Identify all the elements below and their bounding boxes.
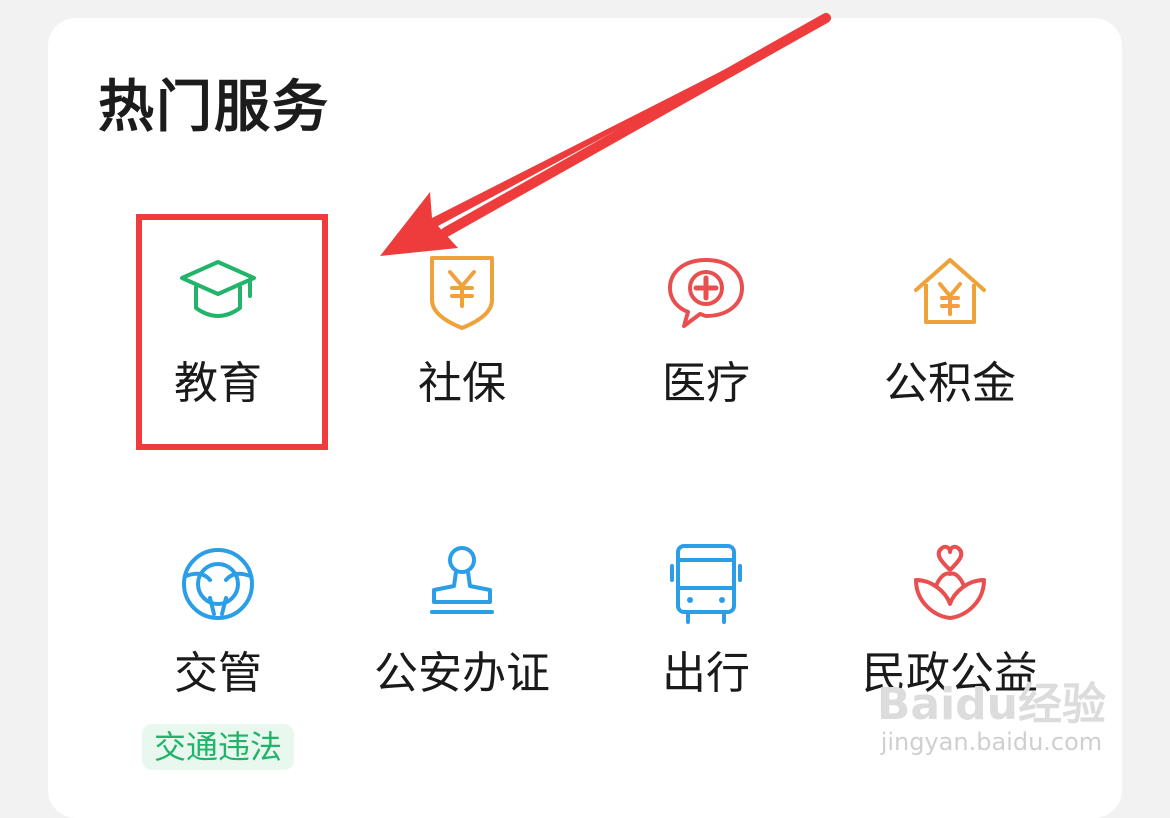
service-social-security[interactable]: 社保 [342, 250, 582, 480]
service-civil-affairs[interactable]: 民政公益 [830, 540, 1070, 770]
service-traffic[interactable]: 交管 交通违法 [98, 540, 338, 771]
steering-wheel-icon [174, 540, 262, 628]
stamp-icon [418, 540, 506, 628]
service-police-certificate[interactable]: 公安办证 [342, 540, 582, 770]
service-label: 公积金 [884, 358, 1016, 409]
medical-chat-icon [662, 250, 750, 338]
service-housing-fund[interactable]: 公积金 [830, 250, 1070, 480]
service-label: 公安办证 [374, 648, 550, 699]
service-medical[interactable]: 医疗 [586, 250, 826, 480]
service-label: 民政公益 [862, 648, 1038, 699]
service-education[interactable]: 教育 [98, 250, 338, 480]
heart-flower-icon [906, 540, 994, 628]
traffic-violation-tag[interactable]: 交通违法 [141, 724, 295, 771]
service-transportation[interactable]: 出行 [586, 540, 826, 770]
graduation-cap-icon [174, 250, 262, 338]
service-label: 医疗 [662, 358, 750, 409]
section-title: 热门服务 [98, 75, 330, 140]
shield-yen-icon [418, 250, 506, 338]
service-label: 社保 [418, 358, 506, 409]
service-label: 交管 [174, 648, 262, 699]
service-label: 教育 [174, 358, 262, 409]
house-yen-icon [906, 250, 994, 338]
service-label: 出行 [662, 648, 750, 699]
bus-icon [662, 540, 750, 628]
